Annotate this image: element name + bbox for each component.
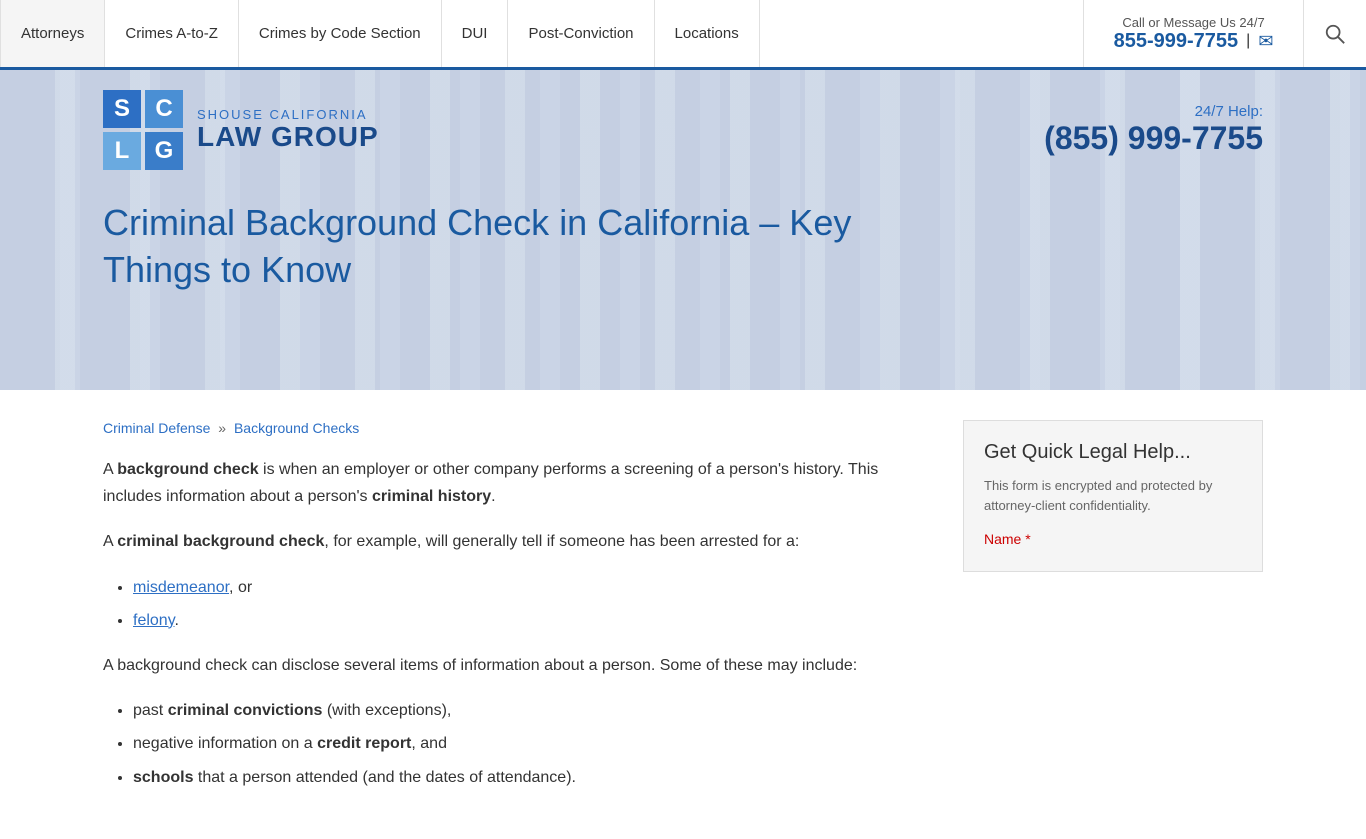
phone-area: 24/7 Help: (855) 999-7755 [1044,103,1263,157]
name-label-text: Name [984,531,1021,547]
list2-0-prefix: past [133,702,168,719]
top-navigation: Attorneys Crimes A-to-Z Crimes by Code S… [0,0,1366,70]
sidebar-form: Get Quick Legal Help... This form is enc… [963,420,1263,572]
email-icon[interactable]: ✉ [1258,31,1273,52]
breadcrumb: Criminal Defense » Background Checks [103,420,933,436]
breadcrumb-background-checks[interactable]: Background Checks [234,420,359,436]
article-para1: A background check is when an employer o… [103,456,933,510]
breadcrumb-separator: » [218,420,226,436]
list2-1-bold: credit report [317,735,411,752]
para1-prefix: A [103,461,117,478]
list2-2-bold: schools [133,769,193,786]
nav-item-locations[interactable]: Locations [655,0,760,67]
list2-1-suffix: , and [411,735,447,752]
breadcrumb-criminal-defense[interactable]: Criminal Defense [103,420,210,436]
list2-0-bold: criminal convictions [168,702,323,719]
para2-bold: criminal background check [117,533,324,550]
nav-separator: | [1246,32,1250,50]
logo-cell-s: S [103,90,141,128]
list2-2-suffix: that a person attended (and the dates of… [193,769,576,786]
nav-phone-link[interactable]: 855-999-7755 [1114,30,1239,53]
article-list1: misdemeanor, or felony. [133,574,933,634]
search-icon [1324,23,1346,45]
page-title: Criminal Background Check in California … [103,200,883,294]
logo-cell-l: L [103,132,141,170]
search-button[interactable] [1303,0,1366,67]
para1-bold2: criminal history [372,488,491,505]
list1-item-misdemeanor: misdemeanor, or [133,574,933,601]
article-list2: past criminal convictions (with exceptio… [133,697,933,791]
para2-prefix: A [103,533,117,550]
felony-link[interactable]: felony [133,612,175,629]
phone-label: 24/7 Help: [1044,103,1263,120]
logo-row: S C L G SHOUSE CALIFORNIA LAW GROUP 24/7… [103,90,1263,170]
article-body: A background check is when an employer o… [103,456,933,791]
hero-content: S C L G SHOUSE CALIFORNIA LAW GROUP 24/7… [83,90,1283,294]
list2-1-prefix: negative information on a [133,735,317,752]
name-field-label: Name * [984,531,1242,547]
phone-number[interactable]: (855) 999-7755 [1044,120,1263,157]
logo-cell-c: C [145,90,183,128]
list2-0-suffix: (with exceptions), [322,702,451,719]
logo-text: SHOUSE CALIFORNIA LAW GROUP [197,107,379,153]
main-content: Criminal Defense » Background Checks A b… [103,420,933,809]
list1-item-felony: felony. [133,607,933,634]
misdemeanor-link[interactable]: misdemeanor [133,579,229,596]
logo-cell-g: G [145,132,183,170]
main-layout: Criminal Defense » Background Checks A b… [83,390,1283,839]
nav-contact-row: 855-999-7755 | ✉ [1114,30,1274,53]
nav-item-attorneys[interactable]: Attorneys [0,0,105,67]
nav-item-dui[interactable]: DUI [442,0,509,67]
list2-item-0: past criminal convictions (with exceptio… [133,697,933,724]
logo-container[interactable]: S C L G SHOUSE CALIFORNIA LAW GROUP [103,90,379,170]
article-para3: A background check can disclose several … [103,652,933,679]
nav-contact: Call or Message Us 24/7 855-999-7755 | ✉ [1083,0,1303,67]
logo-text-bottom: LAW GROUP [197,122,379,153]
para2-suffix: , for example, will generally tell if so… [324,533,799,550]
list1-suffix-1: . [175,612,179,629]
sidebar-form-subtitle: This form is encrypted and protected by … [984,476,1242,515]
list2-item-1: negative information on a credit report,… [133,730,933,757]
hero-area: S C L G SHOUSE CALIFORNIA LAW GROUP 24/7… [0,70,1366,390]
para1-suffix: . [491,488,495,505]
para1-bold1: background check [117,461,258,478]
nav-item-post-conviction[interactable]: Post-Conviction [508,0,654,67]
logo-box: S C L G [103,90,183,170]
sidebar: Get Quick Legal Help... This form is enc… [963,420,1263,809]
list1-suffix-0: , or [229,579,252,596]
nav-item-crimes-code[interactable]: Crimes by Code Section [239,0,442,67]
logo-text-top: SHOUSE CALIFORNIA [197,107,379,122]
article-para2: A criminal background check, for example… [103,528,933,555]
sidebar-form-title: Get Quick Legal Help... [984,441,1242,464]
nav-item-crimes-az[interactable]: Crimes A-to-Z [105,0,239,67]
name-required-indicator: * [1025,531,1030,547]
nav-contact-label: Call or Message Us 24/7 [1122,15,1264,30]
